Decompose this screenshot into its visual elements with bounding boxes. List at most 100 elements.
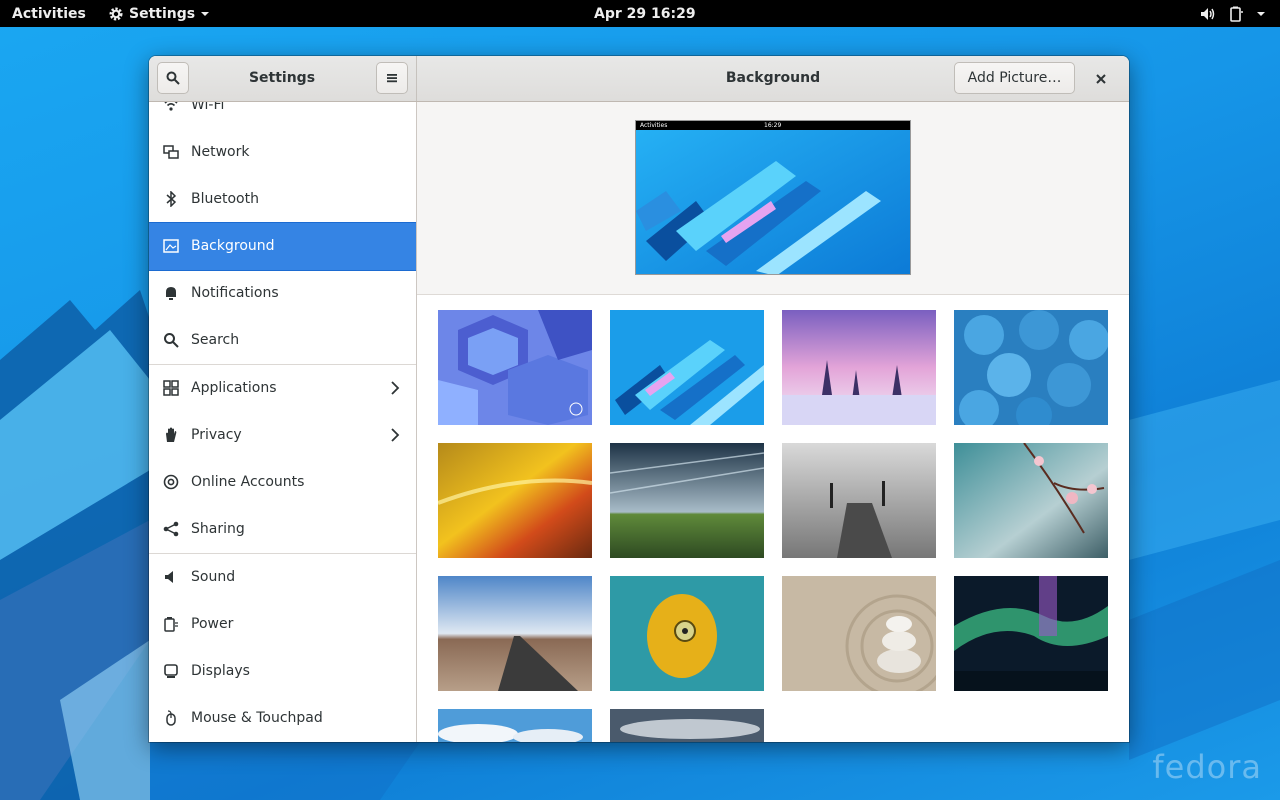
- sidebar-item-label: Background: [191, 238, 275, 254]
- sidebar-item-notifications[interactable]: Notifications: [149, 270, 416, 316]
- wallpaper-thumb[interactable]: [438, 310, 592, 425]
- speaker-icon: [165, 571, 173, 583]
- sidebar-item-background[interactable]: Background: [149, 222, 416, 271]
- sidebar-item-label: Privacy: [191, 427, 242, 443]
- sidebar-item-privacy[interactable]: Privacy: [149, 412, 416, 458]
- wallpaper-thumb[interactable]: [782, 576, 936, 691]
- wallpaper-yellow-frog: [610, 576, 764, 691]
- wallpaper-thumb[interactable]: [954, 443, 1108, 558]
- sidebar-item-search[interactable]: Search: [149, 317, 416, 363]
- sidebar[interactable]: Wi-Fi Network Bluetooth Background Notif…: [149, 102, 417, 742]
- preview-area: Activities 16:29: [417, 102, 1129, 295]
- app-menu[interactable]: Settings: [108, 5, 210, 23]
- bluetooth-icon: [166, 191, 177, 207]
- wallpaper-thumb[interactable]: [438, 443, 592, 558]
- system-menu[interactable]: [1200, 5, 1266, 23]
- wallpaper-blue-hexagons: [438, 310, 592, 425]
- battery-icon: [1230, 6, 1243, 22]
- wallpaper-green-field-clouds: [610, 443, 764, 558]
- wallpaper-thumb[interactable]: [438, 709, 592, 742]
- menu-button[interactable]: [376, 62, 408, 94]
- sidebar-item-label: Mouse & Touchpad: [191, 710, 323, 726]
- sidebar-item-network[interactable]: Network: [149, 129, 416, 175]
- wallpaper-desert-road: [438, 576, 592, 691]
- wallpaper-thumb[interactable]: [610, 709, 764, 742]
- close-button[interactable]: [1091, 69, 1111, 89]
- sidebar-item-applications[interactable]: Applications: [149, 365, 416, 411]
- sidebar-item-power[interactable]: Power: [149, 601, 416, 647]
- sidebar-item-label: Displays: [191, 663, 250, 679]
- preview-image: [636, 121, 910, 274]
- sidebar-title: Settings: [248, 70, 316, 86]
- gear-icon: [109, 7, 123, 21]
- add-picture-button[interactable]: Add Picture…: [954, 62, 1075, 94]
- sidebar-item-online-accounts[interactable]: Online Accounts: [149, 459, 416, 505]
- sidebar-item-sharing[interactable]: Sharing: [149, 506, 416, 552]
- close-icon: [1096, 74, 1106, 84]
- wallpaper-zen-stones-sand: [782, 576, 936, 691]
- power-plug-icon: [164, 617, 178, 632]
- wallpaper-thumb[interactable]: [610, 310, 764, 425]
- volume-icon: [1201, 8, 1215, 20]
- sidebar-item-sound[interactable]: Sound: [149, 554, 416, 600]
- network-icon: [163, 145, 179, 159]
- clock[interactable]: Apr 29 16:29: [594, 5, 696, 23]
- background-panel: Activities 16:29: [417, 102, 1129, 742]
- sidebar-item-label: Sharing: [191, 521, 245, 537]
- top-bar: Activities Settings Apr 29 16:29: [0, 0, 1280, 27]
- search-icon: [166, 71, 180, 85]
- sidebar-item-mouse-touchpad[interactable]: Mouse & Touchpad: [149, 695, 416, 741]
- wallpaper-thumb[interactable]: [610, 576, 764, 691]
- wallpaper-aurora-borealis: [954, 576, 1108, 691]
- activities-button[interactable]: Activities: [12, 5, 86, 23]
- wallpaper-thumb[interactable]: [954, 576, 1108, 691]
- search-button[interactable]: [157, 62, 189, 94]
- wallpaper-thumb[interactable]: [782, 443, 936, 558]
- sidebar-item-wifi[interactable]: Wi-Fi: [149, 102, 416, 128]
- sidebar-item-bluetooth[interactable]: Bluetooth: [149, 176, 416, 222]
- hand-icon: [166, 427, 177, 442]
- wallpaper-thumb[interactable]: [438, 576, 592, 691]
- wallpaper-thumb[interactable]: [954, 310, 1108, 425]
- sidebar-item-label: Power: [191, 616, 234, 632]
- background-icon: [163, 239, 179, 253]
- current-background-preview: Activities 16:29: [635, 120, 911, 275]
- wallpaper-cherry-blossom-branch: [954, 443, 1108, 558]
- preview-activities: Activities: [640, 122, 668, 129]
- sidebar-item-label: Online Accounts: [191, 474, 305, 490]
- wallpaper-snowy-trees-sunset: [782, 310, 936, 425]
- sidebar-item-label: Search: [191, 332, 240, 348]
- wallpaper-blue-plastic-pieces: [954, 310, 1108, 425]
- chevron-right-icon: [391, 428, 400, 442]
- chevron-right-icon: [391, 381, 400, 395]
- wallpaper-thumb[interactable]: [610, 443, 764, 558]
- wallpaper-blue-sky-partial: [438, 709, 592, 742]
- sidebar-item-label: Sound: [191, 569, 236, 585]
- at-icon: [163, 474, 179, 490]
- search-icon: [164, 333, 179, 348]
- fedora-watermark: fedora: [1152, 748, 1262, 786]
- sidebar-item-label: Network: [191, 144, 250, 160]
- sidebar-item-label: Applications: [191, 380, 277, 396]
- display-icon: [164, 664, 178, 678]
- app-menu-label: Settings: [129, 6, 196, 22]
- applications-icon: [163, 380, 179, 396]
- sidebar-item-displays[interactable]: Displays: [149, 648, 416, 694]
- share-icon: [163, 521, 179, 537]
- wallpaper-woven-fabric-closeup: [438, 443, 592, 558]
- header-bar: Settings Background Add Picture…: [149, 56, 1129, 102]
- chevron-down-icon: [201, 12, 210, 16]
- sidebar-item-label: Notifications: [191, 285, 279, 301]
- wallpaper-thumb[interactable]: [782, 310, 936, 425]
- wallpaper-cloudy-sky-partial: [610, 709, 764, 742]
- wallpaper-foggy-pier: [782, 443, 936, 558]
- settings-window: Settings Background Add Picture… Wi-Fi N…: [149, 56, 1129, 742]
- preview-clock: 16:29: [764, 122, 782, 129]
- mouse-icon: [166, 710, 176, 726]
- sidebar-header: Settings: [149, 56, 417, 101]
- sidebar-item-label: Wi-Fi: [191, 102, 225, 113]
- preview-top-bar: Activities 16:29: [636, 121, 910, 130]
- wifi-icon: [164, 102, 178, 111]
- chevron-down-icon: [1257, 12, 1265, 16]
- hamburger-icon: [387, 74, 397, 83]
